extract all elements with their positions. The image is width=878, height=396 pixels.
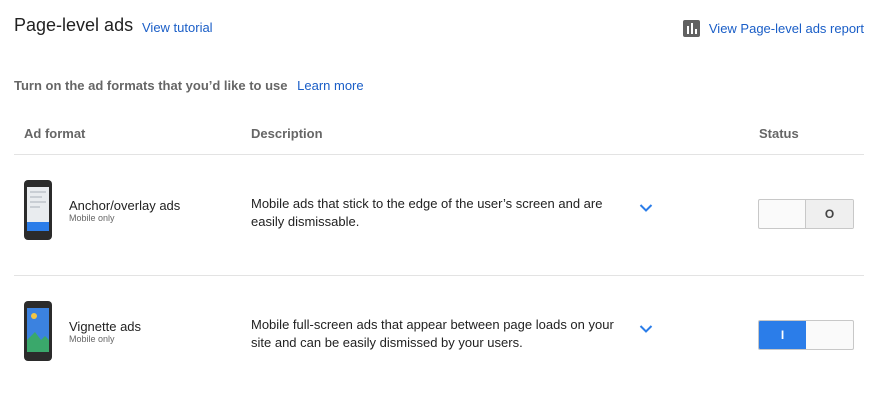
format-description: Mobile ads that stick to the edge of the… (251, 196, 603, 229)
column-header-description: Description (251, 126, 323, 141)
page-title: Page-level ads (14, 15, 134, 35)
table-header: Ad format Description Status (14, 126, 864, 155)
format-subtitle: Mobile only (69, 334, 115, 344)
column-header-status: Status (759, 126, 799, 141)
view-report-link[interactable]: View Page-level ads report (682, 20, 864, 37)
page-header: Page-level ads View tutorial View Page-l… (14, 15, 864, 41)
view-tutorial-link[interactable]: View tutorial (142, 20, 213, 35)
format-name: Vignette ads (69, 319, 142, 334)
vignette-phone-icon (24, 301, 52, 361)
chevron-down-icon[interactable] (639, 203, 653, 213)
bar-chart-icon (682, 20, 700, 37)
format-subtitle: Mobile only (69, 213, 115, 223)
column-header-ad-format: Ad format (24, 126, 86, 141)
toggle-off-label: O (805, 200, 853, 228)
intro-text: Turn on the ad formats that you’d like t… (14, 78, 288, 93)
intro-text-row: Turn on the ad formats that you’d like t… (14, 78, 364, 93)
status-toggle-anchor[interactable]: O (758, 199, 854, 229)
format-name: Anchor/overlay ads (69, 198, 181, 213)
format-description: Mobile full-screen ads that appear betwe… (251, 317, 614, 350)
table-row: Anchor/overlay ads Mobile only Mobile ad… (14, 155, 864, 276)
learn-more-link[interactable]: Learn more (297, 78, 363, 93)
chevron-down-icon[interactable] (639, 324, 653, 334)
toggle-on-label: I (759, 321, 806, 349)
view-report-label: View Page-level ads report (708, 21, 864, 36)
status-toggle-vignette[interactable]: I (758, 320, 854, 350)
anchor-phone-icon (24, 180, 52, 240)
table-row: Vignette ads Mobile only Mobile full-scr… (14, 276, 864, 396)
